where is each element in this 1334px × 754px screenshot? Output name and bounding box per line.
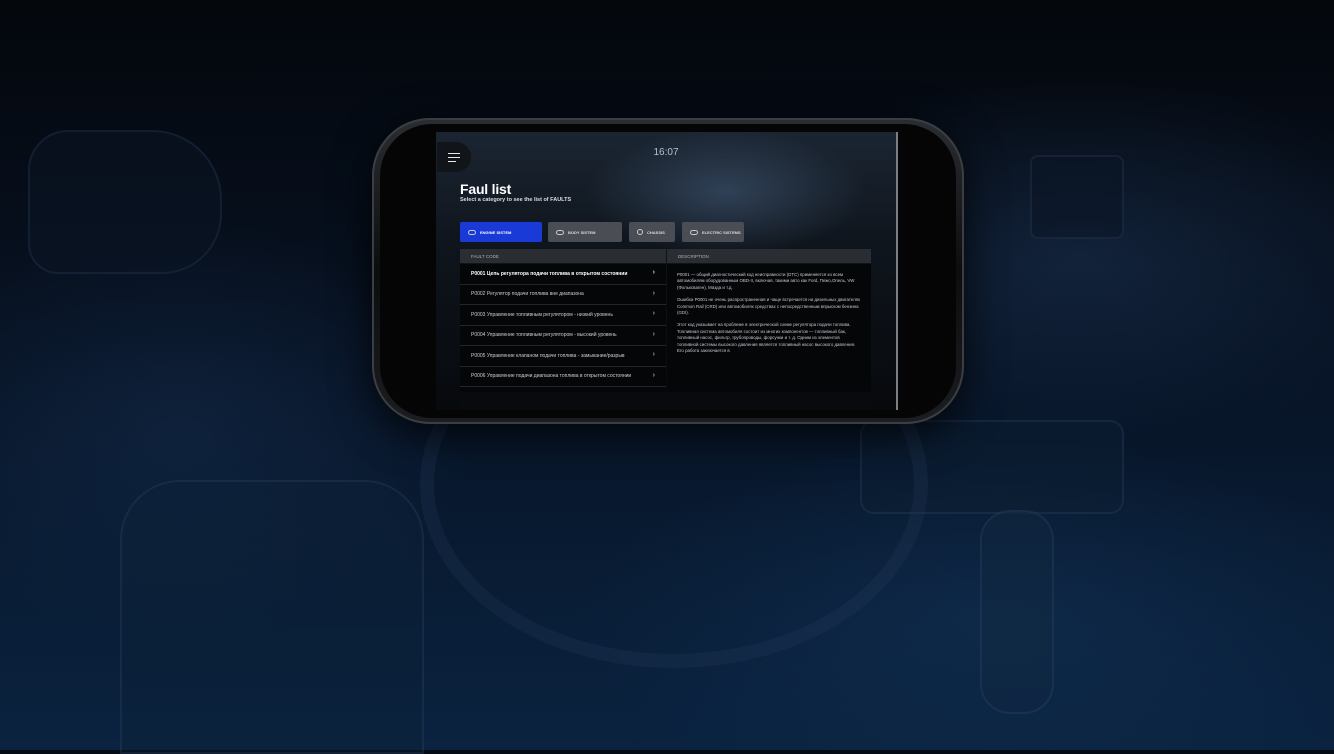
tab-electric-systems[interactable]: ELECTRIC SISTEMS [682,222,744,242]
fault-row[interactable]: P0001 Цепь регулятора подачи топлива в о… [460,264,666,285]
fault-row-text: P0005 Управление клапаном подачи топлива… [471,352,625,359]
electric-icon [690,229,698,235]
fault-row[interactable]: P0003 Управление топливным регулятором -… [460,305,666,326]
fault-row-text: P0002 Регулятор подачи топлива вне диапа… [471,291,584,298]
tab-chassis[interactable]: CHASSIS [629,222,675,242]
tab-label: ELECTRIC SISTEMS [702,229,741,235]
fault-row[interactable]: P0004 Управление топливным регулятором -… [460,326,666,346]
page-subtitle: Select a category to see the list of FAU… [460,197,572,203]
air-vent-shape [1030,155,1124,239]
tab-body-system[interactable]: BODY SISTEM [548,222,622,242]
car-body-icon [556,229,564,235]
status-time: 16:07 [653,147,679,158]
fault-row[interactable]: P0006 Управление подачи диапазона топлив… [460,367,666,387]
hamburger-icon [448,152,460,162]
fault-row[interactable]: P0005 Управление клапаном подачи топлива… [460,346,666,367]
fault-description-panel: P0001 — общий диагностический код неиспр… [667,264,871,392]
side-mirror-shape [28,130,222,274]
chevron-right-icon: › [652,351,655,358]
chevron-right-icon: › [652,330,655,338]
table-footer [460,392,871,410]
fault-row-text: P0004 Управление топливным регулятором -… [471,332,617,339]
fault-row-text: P0006 Управление подачи диапазона топлив… [471,373,632,380]
fault-row-text: P0001 Цепь регулятора подачи топлива в о… [471,270,628,277]
column-header-description: DESCRIPTION [667,249,871,263]
engine-icon [468,229,476,235]
fault-list: P0001 Цепь регулятора подачи топлива в о… [460,264,666,392]
gear-lever-shape [980,510,1054,714]
chassis-icon [637,229,643,235]
fault-row[interactable]: P0002 Регулятор подачи топлива вне диапа… [460,285,666,305]
description-paragraph: P0001 — общий диагностический код неиспр… [677,272,855,290]
seat-shape [120,480,424,754]
tab-label: ENGINE SISTEM [480,229,512,235]
fault-row-text: P0003 Управление топливным регулятором -… [471,311,613,318]
tab-label: BODY SISTEM [568,229,596,235]
column-header-fault-code: FAULT CODE [460,249,666,263]
tab-label: CHASSIS [647,229,665,235]
chevron-right-icon: › [652,310,655,317]
tab-engine-system[interactable]: ENGINE SISTEM [460,222,542,242]
description-paragraph: Ошибка P0001 не очень распространенная и… [677,297,861,316]
menu-button[interactable] [437,142,471,172]
description-paragraph: Этот код указывает на проблеме в электри… [677,322,856,354]
page-title: Faul list [460,181,512,197]
chevron-right-icon: › [652,289,655,297]
chevron-right-icon: › [652,269,655,276]
chevron-right-icon: › [652,371,655,379]
screen-edge [896,132,898,410]
